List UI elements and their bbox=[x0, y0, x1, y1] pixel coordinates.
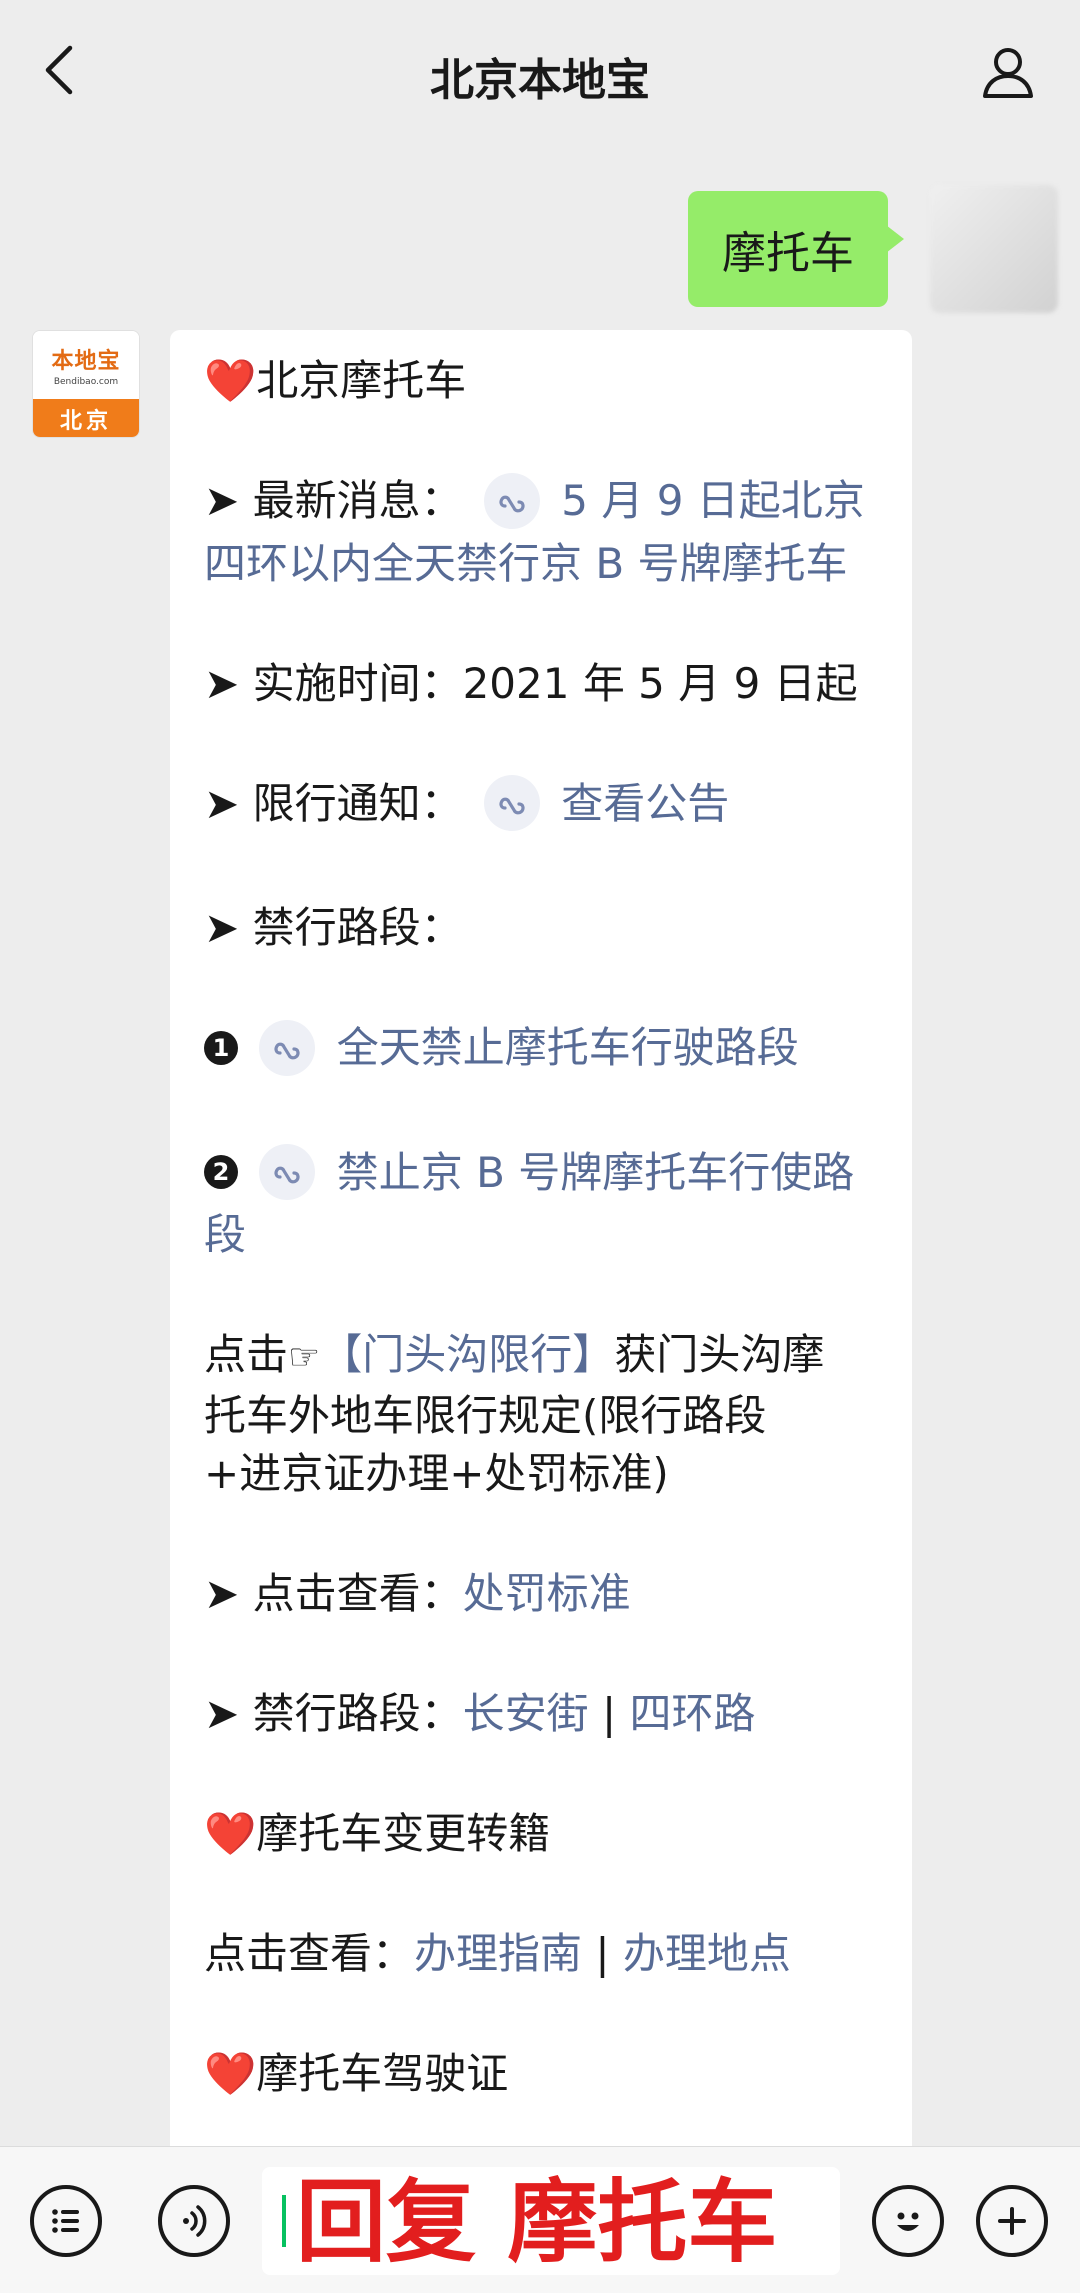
arrow-icon: ➤ bbox=[204, 1569, 240, 1618]
changan-street-link[interactable]: 长安街 bbox=[463, 1689, 589, 1738]
person-icon bbox=[983, 48, 1033, 98]
latest-news-link[interactable]: 5 月 9 日起北京 bbox=[561, 476, 865, 525]
received-message-bubble: ❤️北京摩托车 ➤ 最新消息： 5 月 9 日起北京 四环以内全天禁行京 B 号… bbox=[170, 330, 912, 2170]
voice-icon bbox=[183, 2205, 207, 2237]
view-notice-link[interactable]: 查看公告 bbox=[561, 779, 729, 828]
message-input[interactable]: 回复 摩托车 bbox=[262, 2167, 840, 2275]
latest-news-link-2[interactable]: 四环以内全天禁行京 B 号牌摩托车 bbox=[204, 539, 848, 588]
number-badge: 1 bbox=[204, 1030, 238, 1065]
avatar-domain: Bendibao.com bbox=[53, 377, 119, 387]
mini-program-link-icon bbox=[483, 775, 540, 831]
transfer-line: 点击查看：办理指南 | 办理地点 bbox=[204, 1929, 791, 1978]
mentougou-line: 点击☞【门头沟限行】获门头沟摩 bbox=[204, 1330, 825, 1379]
arrow-icon: ➤ bbox=[204, 778, 240, 828]
user-avatar[interactable] bbox=[930, 185, 1058, 313]
restricted-roads-heading: ➤ 禁行路段： bbox=[204, 903, 463, 952]
account-avatar[interactable]: 本地宝 Bendibao.com 北京 bbox=[32, 330, 140, 438]
input-toolbar: 回复 摩托车 bbox=[0, 2146, 1080, 2293]
text-cursor bbox=[282, 2195, 286, 2247]
emoji-button[interactable] bbox=[872, 2185, 944, 2257]
arrow-icon: ➤ bbox=[204, 903, 240, 952]
location-link[interactable]: 办理地点 bbox=[623, 1929, 791, 1978]
list-menu-icon bbox=[52, 2209, 79, 2233]
road-item-2: 2 禁止京 B 号牌摩托车行使路 bbox=[204, 1144, 878, 1207]
road-item-1: 1 全天禁止摩托车行驶路段 bbox=[204, 1019, 878, 1082]
latest-news-line: ➤ 最新消息： 5 月 9 日起北京 bbox=[204, 472, 878, 535]
emoji-icon bbox=[897, 2212, 919, 2231]
arrow-icon: ➤ bbox=[204, 658, 240, 708]
section-heading-license: ❤️摩托车驾驶证 bbox=[204, 2049, 509, 2098]
sent-message-bubble[interactable]: 摩托车 bbox=[688, 191, 904, 307]
all-day-ban-link[interactable]: 全天禁止摩托车行驶路段 bbox=[337, 1023, 799, 1072]
mini-program-link-icon bbox=[259, 1144, 316, 1200]
road-item-2-cont: 段 bbox=[204, 1206, 878, 1264]
number-badge: 2 bbox=[204, 1155, 238, 1189]
penalty-line: ➤ 点击查看：处罚标准 bbox=[204, 1569, 631, 1618]
mini-program-link-icon bbox=[259, 1019, 316, 1076]
plus-icon bbox=[998, 2207, 1026, 2235]
jing-b-ban-link[interactable]: 禁止京 B 号牌摩托车行使路 bbox=[337, 1148, 855, 1197]
heart-icon: ❤️ bbox=[204, 356, 257, 405]
avatar-logo: 本地宝 Bendibao.com bbox=[33, 331, 139, 399]
section-heading-transfer: ❤️摩托车变更转籍 bbox=[204, 1809, 551, 1858]
top-nav-bar: 北京本地宝 bbox=[0, 0, 1080, 140]
restriction-notice-line: ➤ 限行通知： 查看公告 bbox=[204, 775, 878, 838]
sent-message-row: 摩托车 bbox=[558, 185, 1058, 313]
penalty-standard-link[interactable]: 处罚标准 bbox=[463, 1569, 631, 1618]
avatar-brand: 本地宝 bbox=[51, 349, 121, 374]
menu-button[interactable] bbox=[30, 2185, 102, 2257]
pointing-hand-icon: ☞ bbox=[288, 1337, 321, 1378]
guide-link[interactable]: 办理指南 bbox=[414, 1929, 582, 1978]
section-heading-motorcycle: ❤️北京摩托车 bbox=[204, 356, 467, 405]
latest-news-link-cont: 四环以内全天禁行京 B 号牌摩托车 bbox=[204, 535, 878, 593]
restricted-roads-line-2: ➤ 禁行路段：长安街 | 四环路 bbox=[204, 1689, 756, 1738]
heart-icon: ❤️ bbox=[204, 2049, 257, 2098]
mentougou-link[interactable]: 【门头沟限行】 bbox=[320, 1330, 614, 1379]
implementation-time-line: ➤ 实施时间：2021 年 5 月 9 日起 bbox=[204, 658, 858, 708]
heart-icon: ❤️ bbox=[204, 1809, 257, 1858]
arrow-icon: ➤ bbox=[204, 1689, 240, 1738]
input-value: 回复 摩托车 bbox=[296, 2170, 778, 2275]
more-button[interactable] bbox=[976, 2185, 1048, 2257]
arrow-icon: ➤ bbox=[204, 476, 240, 525]
mentougou-line-2: 托车外地车限行规定(限行路段 bbox=[204, 1391, 767, 1440]
avatar-city: 北京 bbox=[33, 399, 139, 437]
mini-program-link-icon bbox=[483, 472, 540, 529]
fourth-ring-link[interactable]: 四环路 bbox=[629, 1689, 755, 1738]
page-title: 北京本地宝 bbox=[430, 55, 650, 106]
profile-button[interactable] bbox=[976, 40, 1040, 104]
mentougou-line-3: +进京证办理+处罚标准) bbox=[204, 1449, 669, 1498]
voice-button[interactable] bbox=[158, 2185, 230, 2257]
jing-b-ban-link-2[interactable]: 段 bbox=[204, 1210, 246, 1259]
